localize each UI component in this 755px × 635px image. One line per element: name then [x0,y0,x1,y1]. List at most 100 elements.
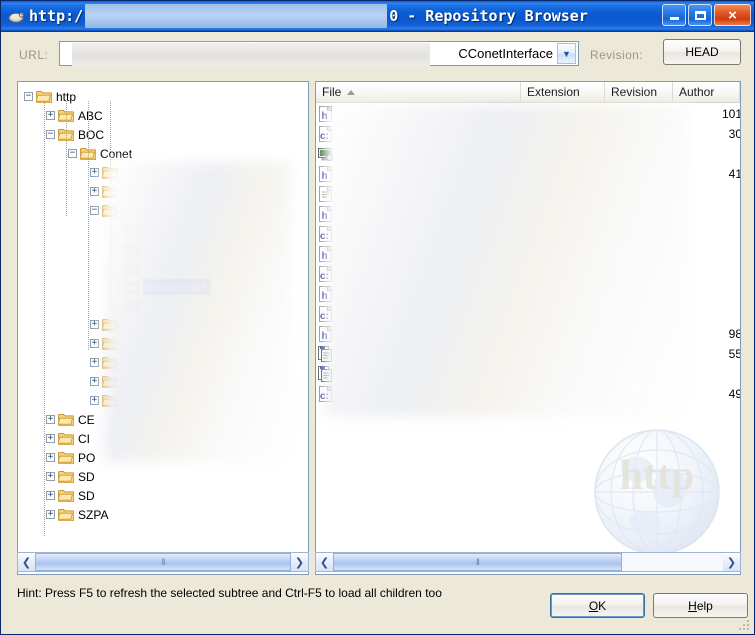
tree-node[interactable]: + CI [18,429,308,448]
file-list-row[interactable]: h [316,284,740,304]
tree-node[interactable]: + SZPA [18,505,308,524]
tree-node[interactable]: − [18,201,308,220]
maximize-button[interactable] [688,4,712,26]
file-list-horizontal-scrollbar[interactable]: ❮ ‖ ❯ [315,552,741,572]
minimize-button[interactable] [662,4,686,26]
svg-text:h: h [321,291,327,302]
file-list-column-extension[interactable]: Extension [521,82,605,102]
scroll-left-icon[interactable]: ❮ [316,553,333,571]
ok-button[interactable]: OK [550,593,645,618]
file-list-scroll-thumb[interactable]: ‖ [333,553,622,571]
tree-scroll-thumb[interactable]: ‖ [35,553,291,571]
tree-node[interactable] [18,220,308,239]
file-list-row[interactable] [316,144,740,164]
expand-toggle-icon[interactable]: + [90,168,99,177]
tree-node[interactable]: + CE [18,410,308,429]
file-list-row[interactable] [316,184,740,204]
expand-toggle-icon[interactable]: + [90,187,99,196]
expand-toggle-icon[interactable]: + [90,320,99,329]
tree-node[interactable]: netInterface [18,277,308,296]
tree-node-label: SD [78,488,95,503]
expand-toggle-icon[interactable]: + [46,510,55,519]
svg-text:http: http [620,453,695,499]
file-list-pane[interactable]: File Extension Revision Author http h 10… [315,81,741,575]
help-button[interactable]: Help [653,593,748,618]
url-combobox[interactable]: CConetInterface ▼ [59,41,579,66]
close-icon: × [728,6,737,24]
file-revision-cell: 49 [728,387,741,401]
file-list-row[interactable] [316,364,740,384]
tree-node[interactable]: − http [18,87,308,106]
file-list-row[interactable]: c: [316,224,740,244]
file-list-row[interactable]: c: [316,304,740,324]
tree-node[interactable]: + [18,353,308,372]
tree-node[interactable]: + [18,334,308,353]
collapse-toggle-icon[interactable]: − [24,92,33,101]
scroll-right-icon[interactable]: ❯ [291,553,308,571]
tree-node[interactable]: + [18,315,308,334]
tree-node[interactable] [18,296,308,315]
tree-node[interactable] [18,239,308,258]
tree-node[interactable]: + [18,372,308,391]
expand-toggle-icon[interactable]: + [46,453,55,462]
repository-tree-pane[interactable]: − http + ABC − BOC − Conet + + − netInterface + + + + + +… [17,81,309,575]
folder-icon [123,280,141,294]
expand-toggle-icon[interactable]: + [90,396,99,405]
text-file-icon [318,185,333,202]
expand-toggle-icon[interactable]: + [46,415,55,424]
file-list-column-revision[interactable]: Revision [605,82,673,102]
revision-head-button[interactable]: HEAD [663,39,741,65]
file-list-row[interactable]: c: [316,264,740,284]
collapse-toggle-icon[interactable]: − [90,206,99,215]
scroll-right-icon[interactable]: ❯ [723,553,740,571]
close-button[interactable]: × [714,4,751,26]
expand-toggle-icon[interactable]: + [46,472,55,481]
file-list-header[interactable]: File Extension Revision Author [316,82,740,103]
file-list-column-file[interactable]: File [316,82,521,102]
file-list-scroll-track[interactable]: ‖ [333,553,723,571]
expand-toggle-icon[interactable]: + [46,111,55,120]
tree-node-label: BOC [78,127,105,142]
tree-horizontal-scrollbar[interactable]: ❮ ‖ ❯ [17,552,309,572]
http-globe-watermark: http [594,429,720,555]
tree-scroll-track[interactable]: ‖ [35,553,291,571]
file-list-row[interactable]: h 101 [316,104,740,124]
file-list-row[interactable]: h [316,244,740,264]
resize-grip[interactable] [738,619,750,631]
tree-node[interactable]: + [18,182,308,201]
file-list-row[interactable]: h 41 [316,164,740,184]
file-list-row[interactable]: 55 [316,344,740,364]
tree-node[interactable]: + SD [18,486,308,505]
file-list-row[interactable]: c: 30 [316,124,740,144]
tree-node-label: http [56,89,77,104]
tree-node[interactable]: + [18,163,308,182]
tree-node[interactable]: + SD [18,467,308,486]
svg-text:h: h [321,211,327,222]
file-list-row[interactable]: h [316,204,740,224]
file-list-column-author[interactable]: Author [673,82,740,102]
file-list-row[interactable]: h 98 [316,324,740,344]
collapse-toggle-icon[interactable]: − [68,149,77,158]
expand-toggle-icon[interactable]: + [90,377,99,386]
collapse-toggle-icon[interactable]: − [46,130,55,139]
tree-node[interactable] [18,258,308,277]
expand-toggle-icon[interactable]: + [46,434,55,443]
file-list-body[interactable]: http h 101 c: 30 h 41 h c: h c: h c: h 98 55 c: 49 [316,103,740,574]
tree-node[interactable]: − Conet [18,144,308,163]
tree-node[interactable]: + PO [18,448,308,467]
tree-node[interactable]: + ABC [18,106,308,125]
file-list-row[interactable]: c: 49 [316,384,740,404]
tree-connector-line [44,101,45,537]
expand-toggle-icon[interactable]: + [46,491,55,500]
scroll-left-icon[interactable]: ❮ [18,553,35,571]
file-revision-cell: 98 [728,327,741,341]
repository-tree[interactable]: − http + ABC − BOC − Conet + + − netInterface + + + + + +… [18,82,308,574]
expand-toggle-icon[interactable]: + [90,358,99,367]
folder-icon [57,413,75,427]
expand-toggle-icon[interactable]: + [90,339,99,348]
svg-text:h: h [321,331,327,342]
tree-node[interactable]: + [18,391,308,410]
chevron-down-icon[interactable]: ▼ [557,43,576,64]
tree-node[interactable]: − BOC [18,125,308,144]
file-revision-cell: 55 [728,347,741,361]
